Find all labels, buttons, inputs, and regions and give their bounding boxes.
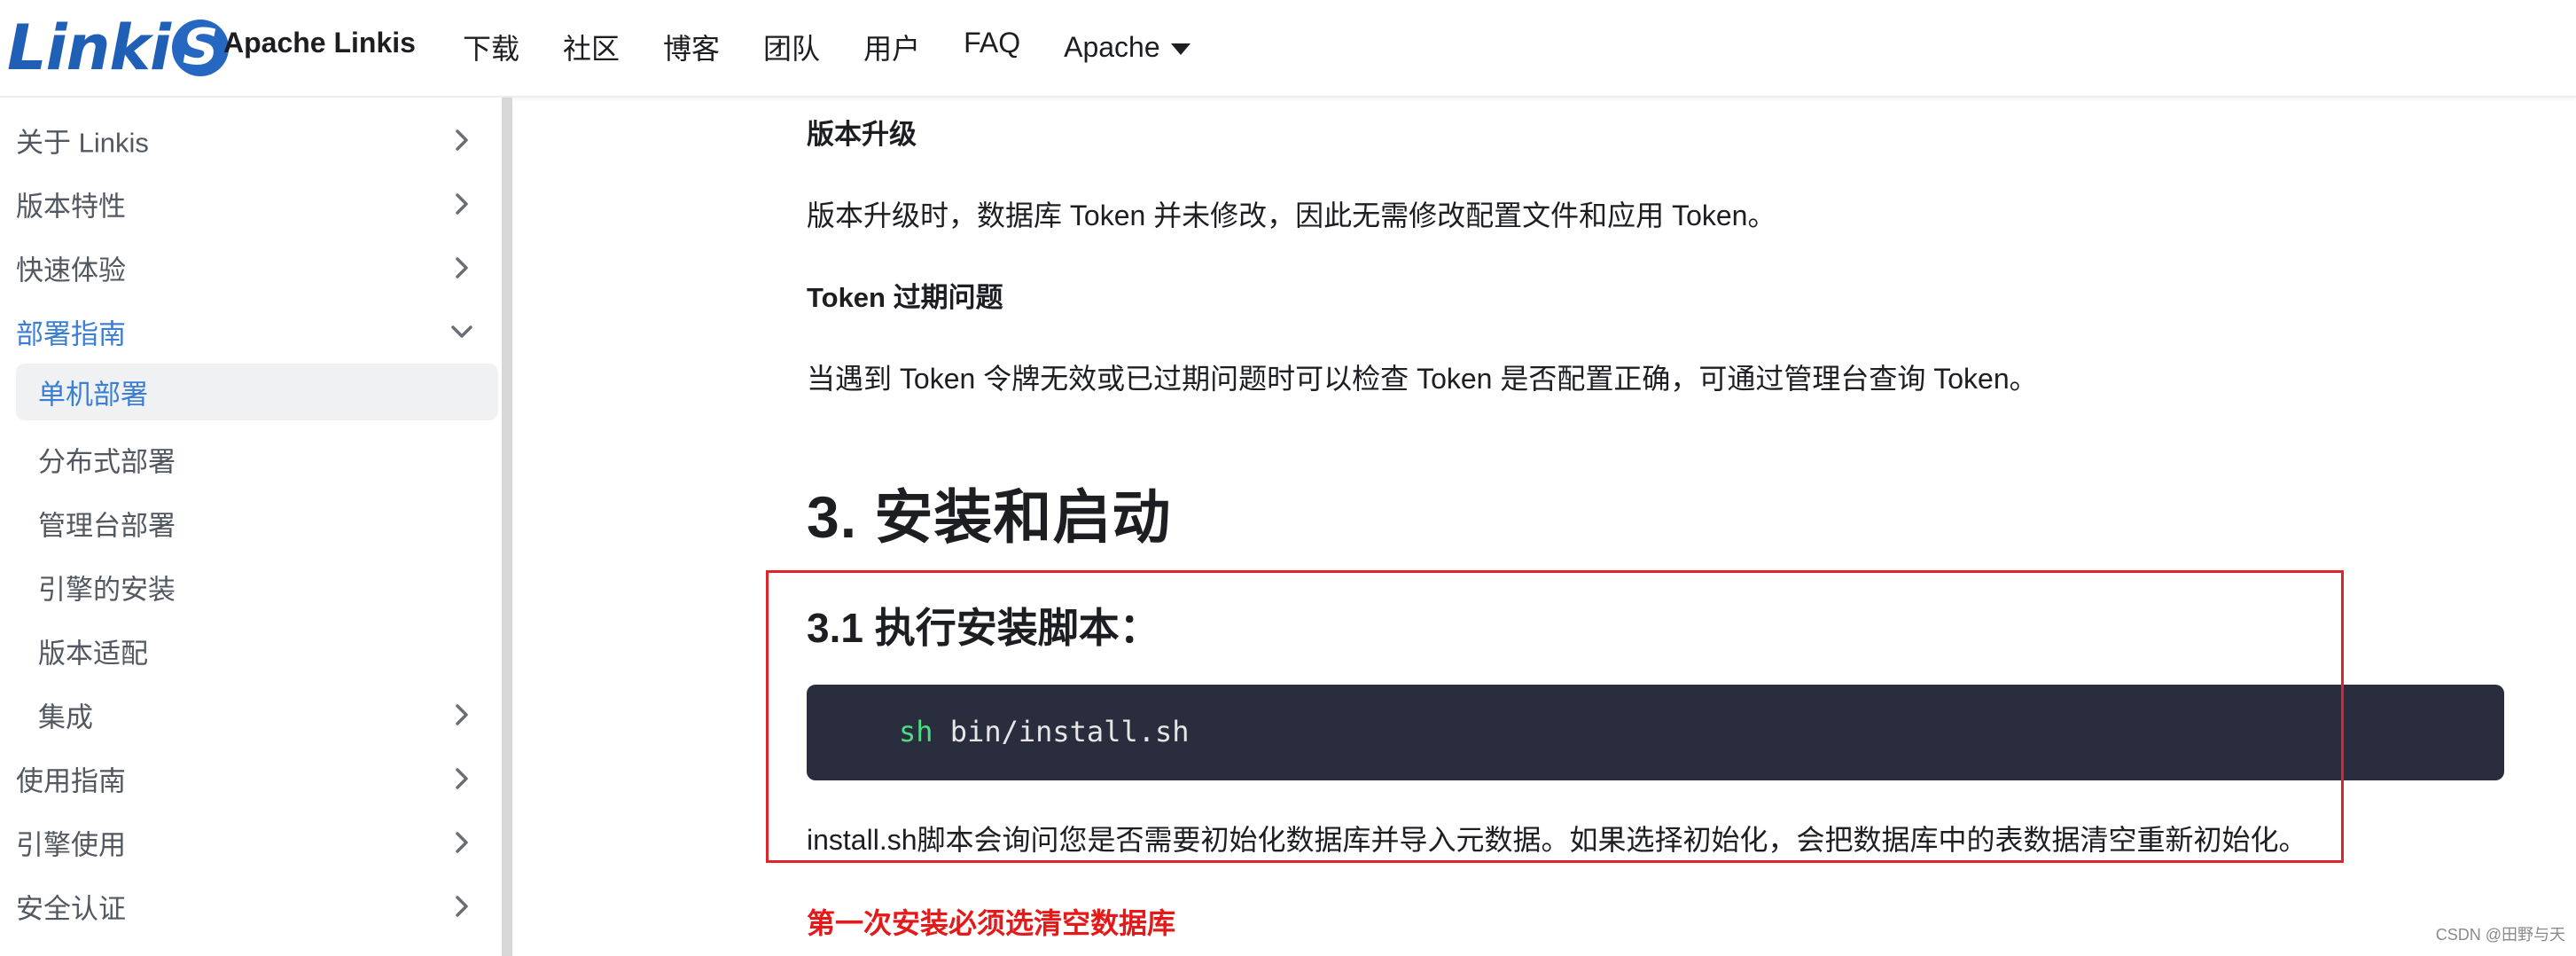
- chevron-down-icon[interactable]: [449, 318, 475, 345]
- subsection-title-run-script: 3.1 执行安装脚本：: [807, 605, 1160, 651]
- chevron-right-icon[interactable]: [449, 701, 475, 728]
- chevron-right-icon[interactable]: [449, 829, 475, 856]
- paragraph-token-expire: 当遇到 Token 令牌无效或已过期问题时可以检查 Token 是否配置正确，可…: [807, 363, 2038, 395]
- sidebar-item-version-adaptation[interactable]: 版本适配: [0, 619, 502, 683]
- sidebar-item-standalone-deploy[interactable]: 单机部署: [16, 364, 498, 420]
- nav-faq[interactable]: FAQ: [964, 27, 1020, 67]
- nav-apache-label: Apache: [1064, 30, 1160, 63]
- sidebar-item-engine-usage[interactable]: 引擎使用: [0, 811, 502, 874]
- sidebar-item-console-deploy[interactable]: 管理台部署: [0, 491, 502, 555]
- nav-download[interactable]: 下载: [463, 27, 519, 67]
- docs-sidebar-menu: 关于 Linkis 版本特性 快速体验 部署指南 单机部署 分布式部署 管理台部…: [0, 98, 502, 956]
- chevron-right-icon[interactable]: [449, 191, 475, 217]
- doc-content: 版本升级 版本升级时，数据库 Token 并未修改，因此无需修改配置文件和应用 …: [512, 98, 2576, 956]
- top-navbar: Linki S Apache Linkis 下载 社区 博客 团队 用户 FAQ …: [0, 0, 2576, 98]
- sidebar-item-label: 单机部署: [38, 379, 148, 411]
- chevron-right-icon[interactable]: [449, 893, 475, 920]
- sidebar-item-deployment-guide[interactable]: 部署指南: [0, 300, 502, 364]
- code-args: bin/install.sh: [933, 715, 1190, 748]
- heading-version-upgrade: 版本升级: [807, 119, 917, 150]
- sidebar-item-version-features[interactable]: 版本特性: [0, 172, 502, 236]
- nav-links: 下载 社区 博客 团队 用户 FAQ Apache: [463, 27, 1234, 67]
- sidebar-item-engine-install[interactable]: 引擎的安装: [0, 555, 502, 619]
- brand-title[interactable]: Apache Linkis: [223, 27, 416, 59]
- heading-token-expire: Token 过期问题: [807, 282, 1003, 313]
- caret-down-icon: [1170, 43, 1190, 55]
- sidebar-item-label: 部署指南: [16, 318, 126, 350]
- sidebar-item-user-guide[interactable]: 使用指南: [0, 747, 502, 811]
- sidebar-item-quick-start[interactable]: 快速体验: [0, 236, 502, 300]
- sidebar-item-security-auth[interactable]: 安全认证: [0, 874, 502, 938]
- linkis-logo[interactable]: Linki S: [7, 11, 229, 85]
- chevron-right-icon[interactable]: [449, 255, 475, 281]
- sidebar-item-label: 快速体验: [16, 255, 126, 286]
- nav-team[interactable]: 团队: [763, 27, 820, 67]
- paragraph-version-upgrade: 版本升级时，数据库 Token 并未修改，因此无需修改配置文件和应用 Token…: [807, 200, 1776, 231]
- paragraph-install-script: install.sh脚本会询问您是否需要初始化数据库并导入元数据。如果选择初始化…: [807, 824, 2307, 856]
- sidebar-item-label: 关于 Linkis: [16, 127, 149, 159]
- sidebar-item-label: 引擎使用: [16, 829, 126, 861]
- sidebar-item-integration[interactable]: 集成: [0, 683, 502, 747]
- nav-blog[interactable]: 博客: [663, 27, 720, 67]
- logo-wordmark: Linki: [7, 12, 171, 84]
- nav-community[interactable]: 社区: [563, 27, 620, 67]
- nav-apache-dropdown[interactable]: Apache: [1064, 27, 1190, 67]
- code-block[interactable]: sh bin/install.sh: [807, 685, 2504, 780]
- code-keyword: sh: [899, 715, 933, 748]
- chevron-right-icon[interactable]: [449, 127, 475, 153]
- sidebar-item-label: 版本特性: [16, 191, 126, 223]
- warning-clear-database: 第一次安装必须选清空数据库: [807, 907, 1176, 939]
- sidebar-item-label: 使用指南: [16, 765, 126, 797]
- sidebar-item-label: 管理台部署: [38, 510, 176, 542]
- sidebar-item-distributed-deploy[interactable]: 分布式部署: [0, 427, 502, 491]
- chevron-right-icon[interactable]: [449, 765, 475, 792]
- sidebar-item-label: 引擎的安装: [38, 574, 176, 606]
- nav-users[interactable]: 用户: [863, 27, 920, 67]
- sidebar-item-label: 安全认证: [16, 893, 126, 925]
- sidebar-item-label: 分布式部署: [38, 446, 176, 478]
- logo-s-circle: S: [171, 20, 229, 76]
- sidebar-item-label: 版本适配: [38, 638, 148, 670]
- sidebar-scrollbar[interactable]: [502, 98, 512, 956]
- section-title-install-start: 3. 安装和启动: [807, 484, 1172, 550]
- sidebar-item-about-linkis[interactable]: 关于 Linkis: [0, 108, 502, 172]
- sidebar-item-label: 集成: [38, 701, 93, 733]
- code-line: sh bin/install.sh: [899, 715, 1190, 748]
- csdn-watermark: CSDN @田野与天: [2435, 926, 2565, 944]
